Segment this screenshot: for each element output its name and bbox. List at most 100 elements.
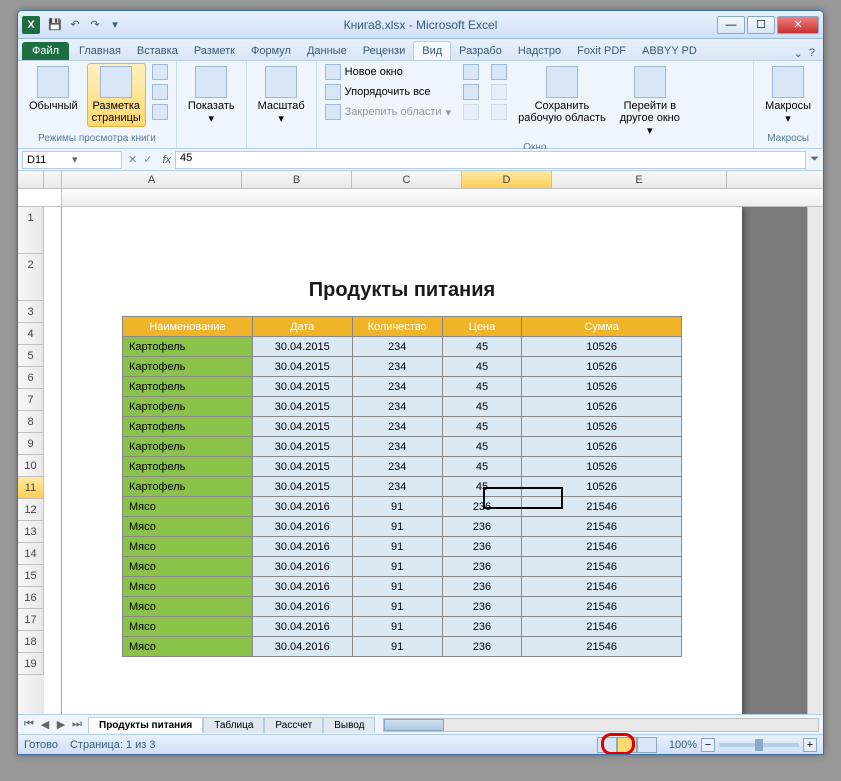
sheet-nav-prev[interactable]: ◀ [38,718,52,731]
unhide[interactable] [461,103,481,121]
table-cell[interactable]: 45 [442,477,522,497]
row-header-9[interactable]: 9 [18,433,44,455]
table-cell[interactable]: 30.04.2016 [252,557,352,577]
table-cell[interactable]: Мясо [123,617,253,637]
sheet-nav-next[interactable]: ▶ [54,718,68,731]
tab-главная[interactable]: Главная [71,42,129,60]
normal-view-icon[interactable] [597,737,617,753]
table-cell[interactable]: 91 [352,517,442,537]
row-header-16[interactable]: 16 [18,587,44,609]
save-workspace[interactable]: Сохранить рабочую область [513,63,611,127]
table-cell[interactable]: 236 [442,577,522,597]
tab-вставка[interactable]: Вставка [129,42,186,60]
table-cell[interactable]: 10526 [522,357,682,377]
table-cell[interactable]: 21546 [522,577,682,597]
table-cell[interactable]: 10526 [522,417,682,437]
table-cell[interactable]: 91 [352,617,442,637]
zoom-button[interactable]: Масштаб▾ [253,63,310,128]
row-header-10[interactable]: 10 [18,455,44,477]
pagelayout-view-icon[interactable] [617,737,637,753]
table-cell[interactable]: 30.04.2015 [252,417,352,437]
pagebreak-view-icon[interactable] [637,737,657,753]
table-cell[interactable]: Картофель [123,417,253,437]
table-cell[interactable]: Картофель [123,477,253,497]
col-header-A[interactable]: A [62,171,242,188]
maximize-button[interactable]: ☐ [747,16,775,34]
row-header-12[interactable]: 12 [18,499,44,521]
table-cell[interactable]: 236 [442,637,522,657]
row-header-8[interactable]: 8 [18,411,44,433]
view-side[interactable] [489,63,509,81]
col-header-D[interactable]: D [462,171,552,188]
row-header-4[interactable]: 4 [18,323,44,345]
row-header-11[interactable]: 11 [18,477,44,499]
table-cell[interactable]: 30.04.2016 [252,597,352,617]
table-cell[interactable]: 234 [352,417,442,437]
table-cell[interactable]: 234 [352,477,442,497]
tab-надстро[interactable]: Надстро [510,42,569,60]
sheet-nav-last[interactable]: ⏭ [70,718,84,731]
tab-разрабо[interactable]: Разрабо [451,42,510,60]
table-cell[interactable]: 234 [352,457,442,477]
table-cell[interactable]: 21546 [522,637,682,657]
row-header-1[interactable]: 1 [18,207,44,254]
table-cell[interactable]: Мясо [123,597,253,617]
zoom-level[interactable]: 100% [669,739,697,751]
table-cell[interactable]: Мясо [123,537,253,557]
table-cell[interactable]: 234 [352,437,442,457]
table-cell[interactable]: Мясо [123,557,253,577]
table-cell[interactable]: Мясо [123,637,253,657]
table-cell[interactable]: 236 [442,537,522,557]
table-cell[interactable]: 10526 [522,437,682,457]
custom-views[interactable] [150,83,170,101]
table-cell[interactable]: 21546 [522,517,682,537]
row-header-18[interactable]: 18 [18,631,44,653]
table-cell[interactable]: 30.04.2015 [252,377,352,397]
table-cell[interactable]: 30.04.2015 [252,437,352,457]
file-tab[interactable]: Файл [22,42,69,60]
zoom-out-button[interactable]: − [701,738,715,752]
new-window[interactable]: Новое окно [323,63,453,81]
fullscreen[interactable] [150,103,170,121]
name-box[interactable]: D11▾ [22,151,122,169]
freeze-panes[interactable]: Закрепить области ▾ [323,103,453,121]
tab-foxit pdf[interactable]: Foxit PDF [569,42,634,60]
row-header-7[interactable]: 7 [18,389,44,411]
table-cell[interactable]: 45 [442,337,522,357]
hide[interactable] [461,83,481,101]
table-cell[interactable]: 91 [352,497,442,517]
table-cell[interactable]: 236 [442,517,522,537]
row-header-14[interactable]: 14 [18,543,44,565]
close-button[interactable]: ✕ [777,16,819,34]
table-cell[interactable]: Картофель [123,377,253,397]
table-cell[interactable]: Картофель [123,437,253,457]
tab-разметк[interactable]: Разметк [186,42,243,60]
pagebreak-preview[interactable] [150,63,170,81]
table-cell[interactable]: 30.04.2016 [252,577,352,597]
expand-fbar-icon[interactable]: ⏷ [810,153,819,166]
zoom-slider[interactable] [719,743,799,747]
formula-input[interactable]: 45 [175,151,806,169]
select-all-corner[interactable] [18,171,44,188]
table-cell[interactable]: 10526 [522,457,682,477]
table-cell[interactable]: 21546 [522,557,682,577]
table-cell[interactable]: 10526 [522,397,682,417]
table-cell[interactable]: 91 [352,597,442,617]
table-cell[interactable]: 45 [442,397,522,417]
table-cell[interactable]: Картофель [123,397,253,417]
arrange-all[interactable]: Упорядочить все [323,83,453,101]
qat-customize[interactable]: ▾ [106,16,124,34]
row-header-3[interactable]: 3 [18,301,44,323]
switch-window[interactable]: Перейти в другое окно ▾ [615,63,685,140]
row-header-2[interactable]: 2 [18,254,44,301]
split[interactable] [461,63,481,81]
table-cell[interactable]: 91 [352,637,442,657]
redo-button[interactable]: ↷ [86,16,104,34]
col-header-E[interactable]: E [552,171,727,188]
table-cell[interactable]: 10526 [522,377,682,397]
sheet-tab[interactable]: Таблица [203,717,264,733]
show-button[interactable]: Показать▾ [183,63,240,128]
table-cell[interactable]: 30.04.2016 [252,637,352,657]
tab-данные[interactable]: Данные [299,42,355,60]
table-cell[interactable]: 234 [352,397,442,417]
